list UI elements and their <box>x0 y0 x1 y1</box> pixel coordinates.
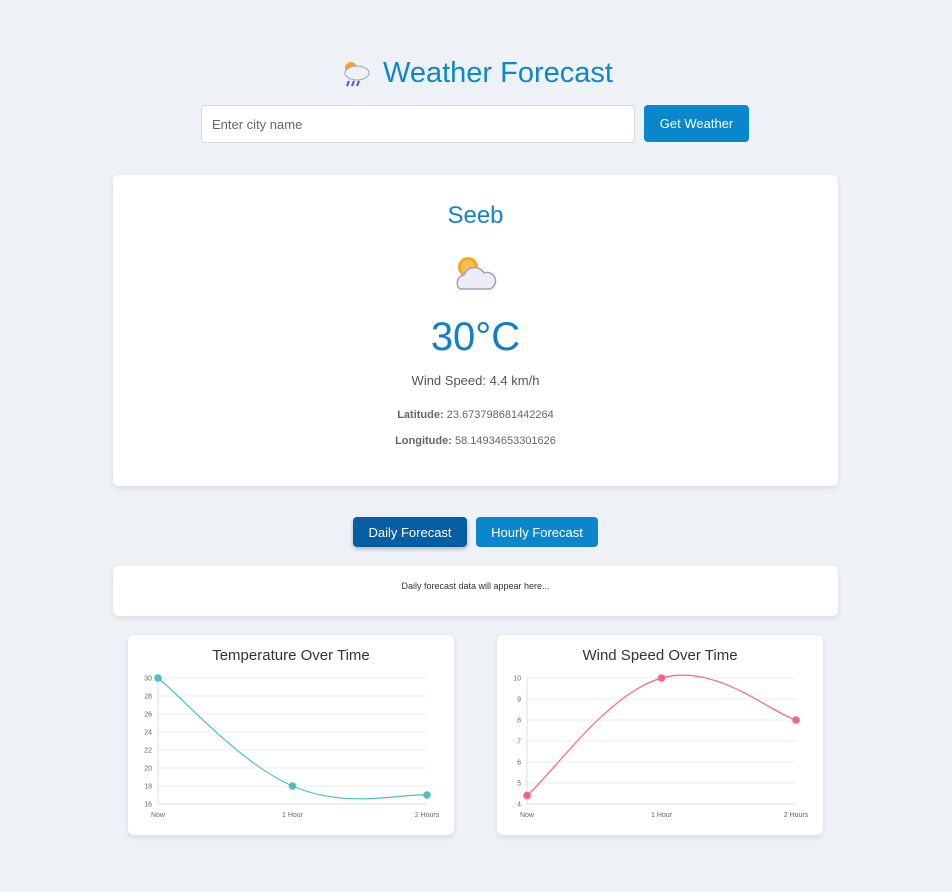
data-point <box>154 674 162 682</box>
y-tick-label: 28 <box>144 694 152 701</box>
y-tick-label: 18 <box>144 784 152 791</box>
forecast-placeholder: Daily forecast data will appear here... <box>401 581 550 591</box>
x-tick-label: Now <box>520 812 535 819</box>
wind-speed-chart: 10 9 8 7 6 5 4 Now 1 Hour 2 Hours <box>513 674 809 819</box>
y-tick-label: 4 <box>517 802 521 809</box>
x-tick-label: 1 Hour <box>651 812 673 819</box>
latitude-value: 23.673798681442264 <box>446 409 554 421</box>
city-input[interactable] <box>201 105 635 143</box>
data-point <box>288 782 297 790</box>
page-header: Weather Forecast <box>0 56 952 90</box>
y-tick-label: 9 <box>517 697 521 704</box>
search-bar: Get Weather <box>201 105 749 143</box>
rain-cloud-icon <box>339 56 373 90</box>
wind-speed: Wind Speed: 4.4 km/h <box>411 373 540 388</box>
x-tick-label: 1 Hour <box>282 812 304 819</box>
data-point <box>792 716 800 724</box>
y-tick-label: 5 <box>517 781 521 788</box>
y-tick-label: 22 <box>144 748 152 755</box>
temperature-chart: 30 28 26 24 22 20 18 16 Now 1 Hour 2 Hours <box>144 674 440 819</box>
y-tick-label: 30 <box>144 676 152 683</box>
latitude: Latitude: 23.673798681442264 <box>113 409 838 421</box>
data-point <box>523 791 531 800</box>
tab-daily-forecast[interactable]: Daily Forecast <box>353 517 467 547</box>
y-tick-label: 7 <box>517 739 521 746</box>
y-tick-label: 26 <box>144 712 152 719</box>
longitude-value: 58.14934653301626 <box>454 435 556 447</box>
x-tick-label: 2 Hours <box>784 812 809 819</box>
current-weather-card: Seeb 30°C Wind Speed: 4.4 km/h Latitude:… <box>113 175 838 486</box>
longitude: Longitude: 58.14934653301626 <box>113 435 838 447</box>
longitude-label: Longitude: <box>395 435 452 447</box>
partly-cloudy-icon <box>452 253 498 297</box>
x-tick-label: 2 Hours <box>415 812 440 819</box>
y-tick-label: 8 <box>517 718 521 725</box>
y-tick-label: 20 <box>144 766 152 773</box>
x-tick-label: Now <box>151 812 166 819</box>
forecast-panel: Daily forecast data will appear here... <box>113 566 838 616</box>
get-weather-button[interactable]: Get Weather <box>644 105 749 142</box>
series-line <box>526 674 797 797</box>
latitude-label: Latitude: <box>397 409 444 421</box>
city-name: Seeb <box>447 202 504 229</box>
y-tick-label: 16 <box>144 802 152 809</box>
y-tick-label: 6 <box>517 760 521 767</box>
tab-hourly-forecast[interactable]: Hourly Forecast <box>476 517 598 547</box>
temperature-chart-card: Temperature Over Time 30 28 26 24 22 20 18 16 No… <box>128 635 454 835</box>
y-tick-label: 10 <box>513 676 521 683</box>
y-tick-label: 24 <box>144 730 152 737</box>
temperature-value: 30°C <box>430 315 521 359</box>
data-point <box>423 791 431 799</box>
wind-chart-card: Wind Speed Over Time 10 9 8 7 6 5 4 Now 1 Hour 2 … <box>497 635 823 835</box>
forecast-tabs: Daily Forecast Hourly Forecast <box>353 517 598 547</box>
page-title: Weather Forecast <box>383 56 613 89</box>
data-point <box>657 674 666 682</box>
